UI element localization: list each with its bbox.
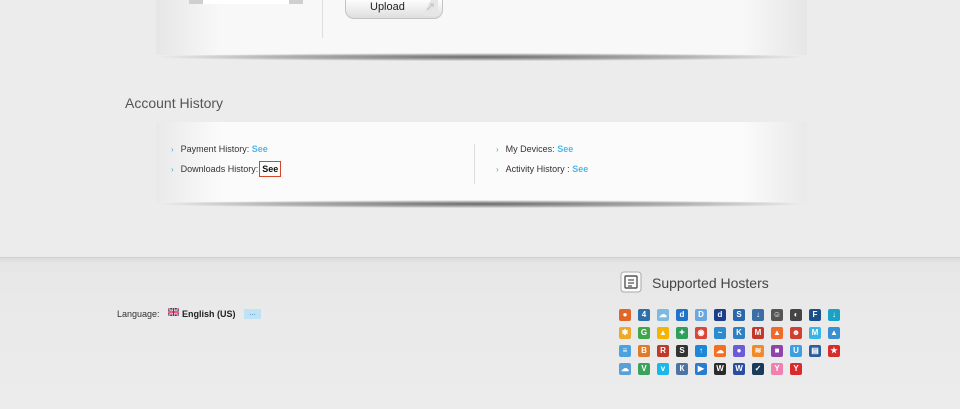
upload-panel [156,0,807,55]
my-devices-label: My Devices: [505,144,555,154]
upload-arrow-icon: ↑ [695,345,707,357]
vk-icon: К [676,363,688,375]
upload-button[interactable]: Upload [345,0,443,19]
check-icon: ✓ [752,363,764,375]
language-label: Language: [117,309,160,319]
downloads-history-label: Downloads History: [180,164,259,174]
v-green-icon: V [638,363,650,375]
my-devices-see-link[interactable]: See [557,144,573,154]
four-icon: 4 [638,309,650,321]
bullet-chevron-icon: › [171,145,174,154]
down-arrow-icon: ↓ [828,309,840,321]
star-arrows-icon: ✦ [676,327,688,339]
s-icon: S [676,345,688,357]
downloads-history-see-link[interactable]: See [259,161,282,177]
skull-icon: ☻ [790,327,802,339]
payment-history-item: › Payment History: See [171,144,268,154]
activity-history-see-link[interactable]: See [572,164,588,174]
yp-icon: Y [771,363,783,375]
boat-icon: ▲ [828,327,840,339]
chrome-icon: ◉ [695,327,707,339]
server-list-icon [620,271,642,293]
d-light-icon: D [695,309,707,321]
fruit-icon: ● [619,309,631,321]
account-history-panel-shadow [160,200,803,208]
book-icon: B [638,345,650,357]
w-blue-icon: W [733,363,745,375]
u-icon: U [790,345,802,357]
d-navy-icon: d [714,309,726,321]
g-icon: G [638,327,650,339]
uk-flag-icon [168,308,179,316]
youtube-icon: Y [790,363,802,375]
account-history-panel [156,122,807,202]
wave-icon: ~ [714,327,726,339]
activity-history-label: Activity History : [505,164,570,174]
my-devices-item: › My Devices: See [496,144,573,154]
r-icon: R [657,345,669,357]
face-icon: ☺ [771,309,783,321]
d-dark-icon: d [676,309,688,321]
swirl-icon: S [733,309,745,321]
soundcloud-icon: ☁ [714,345,726,357]
fireload-icon: F [809,309,821,321]
activity-history-item: › Activity History : See [496,164,588,174]
play-icon: ▶ [695,363,707,375]
language-select[interactable]: English (US) [182,309,236,319]
film-icon: ▤ [809,345,821,357]
gift-icon: ■ [771,345,783,357]
gear-icon: ✱ [619,327,631,339]
bullet-chevron-icon: › [496,145,499,154]
w-dark-icon: W [714,363,726,375]
bullet-chevron-icon: › [171,165,174,174]
language-more-button[interactable]: ... [244,309,261,319]
payment-history-see-link[interactable]: See [252,144,268,154]
star-icon: ★ [828,345,840,357]
divider [322,0,323,38]
orb-icon: ● [733,345,745,357]
net-icon: ≡ [619,345,631,357]
upload-panel-shadow [160,53,803,61]
k-icon: K [733,327,745,339]
vimeo-icon: v [657,363,669,375]
mega-icon: M [752,327,764,339]
downloads-history-item: › Downloads History: See [171,161,282,177]
flame-icon: ▲ [771,327,783,339]
section-title-account-history: Account History [125,95,224,111]
layers-icon: ≋ [752,345,764,357]
bullet-chevron-icon: › [496,165,499,174]
file-preview-box [189,0,303,4]
payment-history-label: Payment History: [180,144,250,154]
divider [474,144,475,184]
cloud-up-icon: ☁ [619,363,631,375]
upload-button-label: Upload [370,1,405,13]
cloud-icon: ☁ [657,309,669,321]
arrow-icon [422,0,438,16]
m-icon: M [809,327,821,339]
disc-icon: ◐ [790,309,802,321]
drive-icon: ▲ [657,327,669,339]
download-icon: ↓ [752,309,764,321]
supported-hosters-title: Supported Hosters [652,275,769,291]
